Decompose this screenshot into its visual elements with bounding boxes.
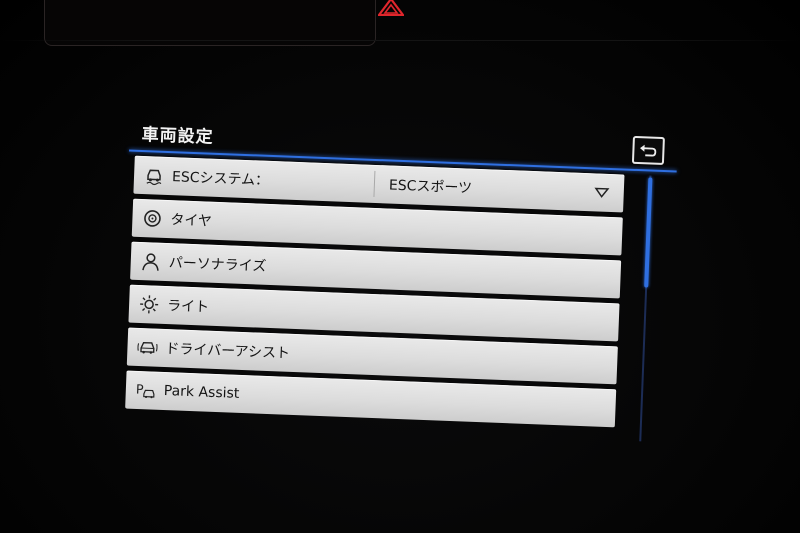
page-title: 車両設定 bbox=[141, 124, 214, 148]
esc-car-icon bbox=[144, 165, 165, 186]
list-item-label: ESCシステム： bbox=[171, 169, 270, 189]
dropdown-arrow-icon[interactable] bbox=[594, 186, 610, 199]
esc-mode-value[interactable]: ESCスポーツ bbox=[389, 175, 595, 203]
back-arrow-icon bbox=[640, 144, 657, 157]
park-assist-icon: P bbox=[135, 380, 156, 401]
bezel-edge bbox=[0, 40, 800, 41]
list-item-label: Park Assist bbox=[163, 383, 240, 402]
settings-list: ESCシステム： ESCスポーツ タイヤ パーソナライズ ライト ドライバーアシ… bbox=[125, 155, 625, 433]
infotainment-screen: 車両設定 ESCシステム： ESCスポーツ タイヤ パーソナライズ ライト ドラ… bbox=[104, 111, 696, 463]
esc-label-area: ESCシステム： bbox=[143, 156, 374, 203]
person-icon bbox=[140, 251, 161, 272]
svg-text:P: P bbox=[136, 382, 145, 397]
back-button[interactable] bbox=[631, 135, 665, 166]
list-item-label: ライト bbox=[166, 298, 210, 316]
hazard-warning-icon[interactable] bbox=[378, 0, 404, 16]
tire-icon bbox=[142, 208, 163, 229]
list-item-label: ドライバーアシスト bbox=[165, 341, 291, 362]
divider bbox=[373, 170, 376, 197]
light-bulb-icon bbox=[139, 294, 160, 315]
list-item-label: タイヤ bbox=[170, 212, 213, 230]
scrollbar-thumb[interactable] bbox=[644, 177, 653, 288]
car-dashboard: 車両設定 ESCシステム： ESCスポーツ タイヤ パーソナライズ ライト ドラ… bbox=[0, 0, 800, 533]
list-item-label: パーソナライズ bbox=[168, 255, 267, 275]
driver-assist-icon bbox=[137, 337, 158, 358]
